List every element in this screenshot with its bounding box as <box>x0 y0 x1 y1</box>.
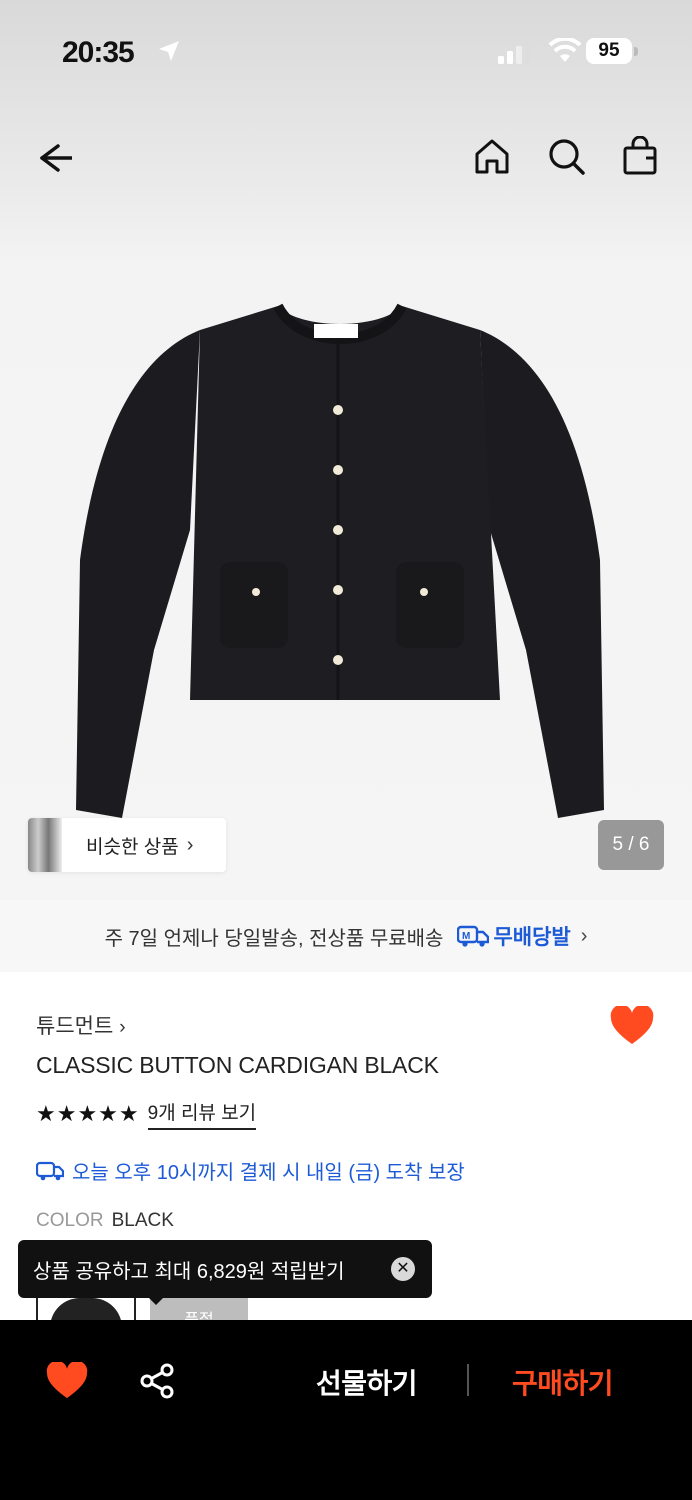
shopping-bag-icon[interactable] <box>620 136 660 176</box>
search-icon[interactable] <box>546 136 586 176</box>
similar-product-thumbnail <box>28 818 62 872</box>
tooltip-arrow <box>148 1297 164 1305</box>
wishlist-heart-icon[interactable] <box>610 1006 654 1046</box>
status-bar: 20:35 95 <box>0 0 692 100</box>
wishlist-heart-icon[interactable] <box>46 1362 88 1400</box>
share-reward-text: 상품 공유하고 최대 6,829원 적립받기 <box>33 1260 345 1283</box>
brand-link[interactable]: 튜드먼트 › <box>36 1010 126 1040</box>
color-value: BLACK <box>111 1210 174 1231</box>
rating-row: ★★★★★ 9개 리뷰 보기 <box>36 1098 257 1130</box>
product-title: CLASSIC BUTTON CARDIGAN BLACK <box>36 1052 439 1078</box>
battery-indicator: 95 <box>586 38 638 64</box>
share-reward-tooltip: 상품 공유하고 최대 6,829원 적립받기 ✕ <box>18 1240 432 1298</box>
delivery-banner[interactable]: 주 7일 언제나 당일발송, 전상품 무료배송 M 무배당발 › <box>0 900 692 972</box>
status-time: 20:35 <box>62 36 135 69</box>
chevron-right-icon: › <box>186 833 194 856</box>
cellular-signal-icon <box>498 41 531 64</box>
free-delivery-badge-label: 무배당발 <box>493 926 571 949</box>
cardigan-product-image <box>76 303 604 818</box>
image-counter: 5 / 6 <box>598 820 664 870</box>
similar-products-label: 비슷한 상품 <box>86 836 179 858</box>
share-icon[interactable] <box>138 1362 176 1400</box>
buy-button[interactable]: 구매하기 <box>512 1362 614 1402</box>
star-rating: ★★★★★ <box>36 1101 140 1126</box>
brand-name: 튜드먼트 <box>36 1015 114 1038</box>
review-link[interactable]: 9개 리뷰 보기 <box>147 1098 257 1130</box>
similar-products-button[interactable]: 비슷한 상품 › <box>28 818 226 872</box>
delivery-truck-icon <box>36 1161 64 1180</box>
chevron-right-icon: › <box>119 1017 126 1038</box>
chevron-right-icon: › <box>580 924 588 947</box>
delivery-truck-icon: M <box>457 925 490 947</box>
home-icon[interactable] <box>472 136 512 176</box>
top-navigation <box>0 120 692 200</box>
delivery-banner-text: 주 7일 언제나 당일발송, 전상품 무료배송 <box>104 927 444 950</box>
svg-text:M: M <box>462 931 470 942</box>
delivery-guarantee[interactable]: 오늘 오후 10시까지 결제 시 내일 (금) 도착 보장 <box>36 1156 465 1185</box>
wifi-icon <box>548 38 582 62</box>
battery-level: 95 <box>598 40 620 61</box>
close-icon[interactable]: ✕ <box>391 1257 415 1281</box>
color-label: COLOR <box>36 1210 104 1231</box>
color-option-soldout[interactable]: 품절 <box>150 1298 248 1320</box>
delivery-guarantee-text: 오늘 오후 10시까지 결제 시 내일 (금) 도착 보장 <box>72 1162 465 1184</box>
back-arrow-icon[interactable] <box>32 138 72 178</box>
free-delivery-badge: M 무배당발 <box>457 921 571 951</box>
gift-button[interactable]: 선물하기 <box>316 1362 418 1402</box>
soldout-label: 품절 <box>184 1312 213 1320</box>
location-arrow-icon <box>159 41 179 61</box>
divider <box>467 1364 469 1396</box>
color-row: COLOR BLACK <box>36 1210 174 1232</box>
product-gallery[interactable]: 20:35 95 비슷한 상품 › 5 / 6 <box>0 0 692 900</box>
bottom-action-bar: 선물하기 구매하기 <box>0 1320 692 1500</box>
